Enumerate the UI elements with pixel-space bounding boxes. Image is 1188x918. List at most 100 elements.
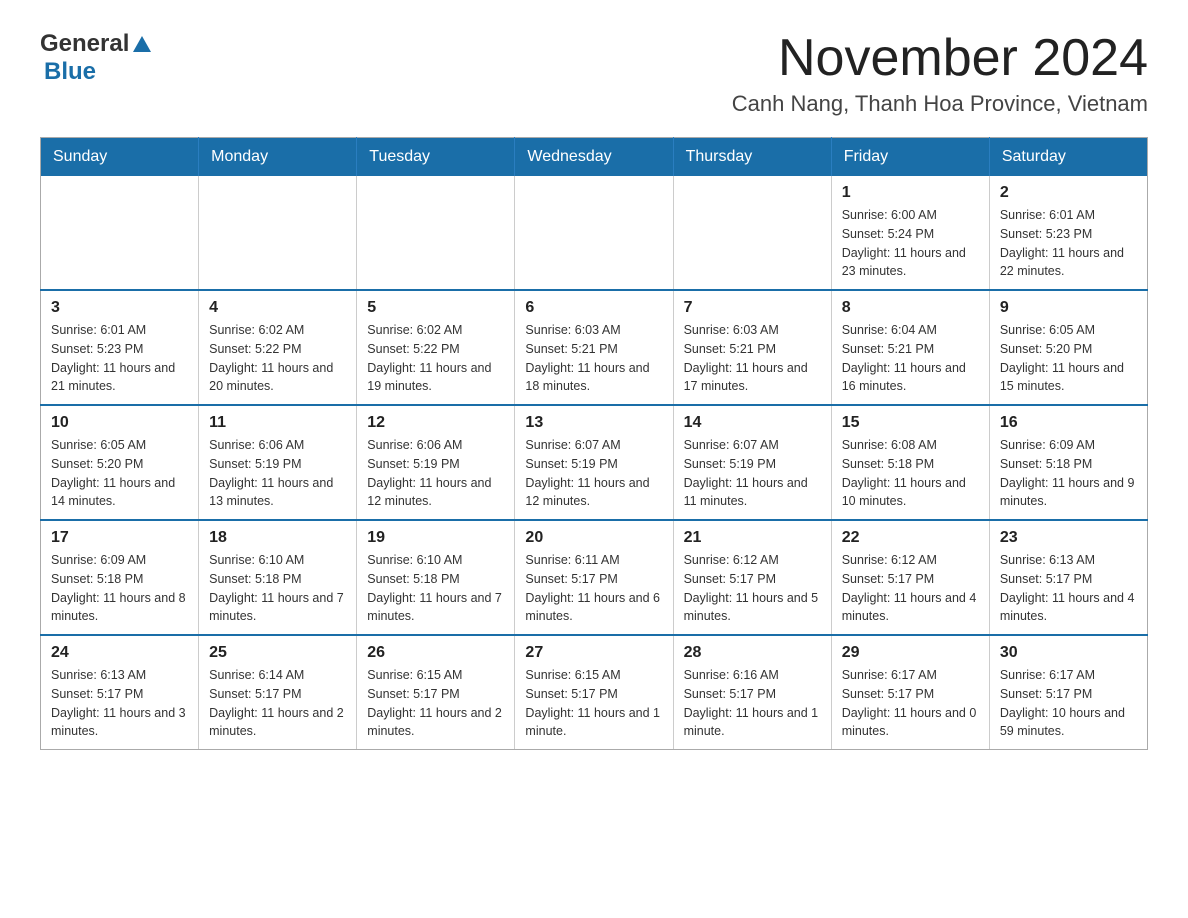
day-info: Sunrise: 6:12 AM Sunset: 5:17 PM Dayligh… [684, 551, 821, 626]
calendar-cell: 3 Sunrise: 6:01 AM Sunset: 5:23 PM Daylig… [41, 290, 199, 405]
calendar-cell: 26 Sunrise: 6:15 AM Sunset: 5:17 PM Dayli… [357, 635, 515, 750]
calendar-cell: 6 Sunrise: 6:03 AM Sunset: 5:21 PM Daylig… [515, 290, 673, 405]
calendar-cell: 12 Sunrise: 6:06 AM Sunset: 5:19 PM Dayli… [357, 405, 515, 520]
day-info: Sunrise: 6:02 AM Sunset: 5:22 PM Dayligh… [367, 321, 504, 396]
calendar-table: SundayMondayTuesdayWednesdayThursdayFrid… [40, 137, 1148, 750]
calendar-cell: 9Sunrise: 6:05 AM Sunset: 5:20 PM Daylig… [989, 290, 1147, 405]
page-title: November 2024 [732, 30, 1148, 87]
calendar-cell: 20Sunrise: 6:11 AM Sunset: 5:17 PM Dayli… [515, 520, 673, 635]
day-info: Sunrise: 6:17 AM Sunset: 5:17 PM Dayligh… [842, 666, 979, 741]
day-number: 19 [367, 529, 504, 547]
calendar-cell: 23 Sunrise: 6:13 AM Sunset: 5:17 PM Dayli… [989, 520, 1147, 635]
day-info: Sunrise: 6:15 AM Sunset: 5:17 PM Dayligh… [367, 666, 504, 741]
day-number: 27 [525, 644, 662, 662]
logo-triangle-icon [131, 34, 153, 56]
calendar-cell: 27 Sunrise: 6:15 AM Sunset: 5:17 PM Dayli… [515, 635, 673, 750]
day-info: Sunrise: 6:10 AM Sunset: 5:18 PM Dayligh… [209, 551, 346, 626]
calendar-cell: 28 Sunrise: 6:16 AM Sunset: 5:17 PM Dayli… [673, 635, 831, 750]
calendar-header-row: SundayMondayTuesdayWednesdayThursdayFrid… [41, 138, 1148, 177]
day-number: 7 [684, 299, 821, 317]
calendar-cell: 15Sunrise: 6:08 AM Sunset: 5:18 PM Dayli… [831, 405, 989, 520]
day-number: 21 [684, 529, 821, 547]
title-area: November 2024 Canh Nang, Thanh Hoa Provi… [732, 30, 1148, 117]
calendar-cell [673, 176, 831, 290]
day-number: 26 [367, 644, 504, 662]
day-info: Sunrise: 6:07 AM Sunset: 5:19 PM Dayligh… [525, 436, 662, 511]
calendar-cell: 25 Sunrise: 6:14 AM Sunset: 5:17 PM Dayli… [199, 635, 357, 750]
calendar-cell: 8 Sunrise: 6:04 AM Sunset: 5:21 PM Daylig… [831, 290, 989, 405]
day-number: 16 [1000, 414, 1137, 432]
calendar-header-monday: Monday [199, 138, 357, 177]
day-number: 12 [367, 414, 504, 432]
calendar-cell: 1 Sunrise: 6:00 AM Sunset: 5:24 PM Daylig… [831, 176, 989, 290]
calendar-cell: 22 Sunrise: 6:12 AM Sunset: 5:17 PM Dayli… [831, 520, 989, 635]
day-info: Sunrise: 6:05 AM Sunset: 5:20 PM Dayligh… [1000, 321, 1137, 396]
day-info: Sunrise: 6:17 AM Sunset: 5:17 PM Dayligh… [1000, 666, 1137, 741]
day-number: 25 [209, 644, 346, 662]
day-info: Sunrise: 6:14 AM Sunset: 5:17 PM Dayligh… [209, 666, 346, 741]
calendar-cell: 13 Sunrise: 6:07 AM Sunset: 5:19 PM Dayli… [515, 405, 673, 520]
day-number: 2 [1000, 184, 1137, 202]
day-info: Sunrise: 6:06 AM Sunset: 5:19 PM Dayligh… [367, 436, 504, 511]
calendar-cell: 21 Sunrise: 6:12 AM Sunset: 5:17 PM Dayli… [673, 520, 831, 635]
day-number: 4 [209, 299, 346, 317]
day-number: 3 [51, 299, 188, 317]
calendar-cell: 19 Sunrise: 6:10 AM Sunset: 5:18 PM Dayli… [357, 520, 515, 635]
day-info: Sunrise: 6:16 AM Sunset: 5:17 PM Dayligh… [684, 666, 821, 741]
day-info: Sunrise: 6:04 AM Sunset: 5:21 PM Dayligh… [842, 321, 979, 396]
day-number: 6 [525, 299, 662, 317]
calendar-week-row: 24Sunrise: 6:13 AM Sunset: 5:17 PM Dayli… [41, 635, 1148, 750]
calendar-week-row: 17Sunrise: 6:09 AM Sunset: 5:18 PM Dayli… [41, 520, 1148, 635]
calendar-header-thursday: Thursday [673, 138, 831, 177]
day-info: Sunrise: 6:05 AM Sunset: 5:20 PM Dayligh… [51, 436, 188, 511]
day-info: Sunrise: 6:12 AM Sunset: 5:17 PM Dayligh… [842, 551, 979, 626]
day-number: 1 [842, 184, 979, 202]
calendar-header-sunday: Sunday [41, 138, 199, 177]
calendar-cell: 30 Sunrise: 6:17 AM Sunset: 5:17 PM Dayli… [989, 635, 1147, 750]
logo-blue-text: Blue [44, 58, 96, 85]
calendar-cell: 2 Sunrise: 6:01 AM Sunset: 5:23 PM Daylig… [989, 176, 1147, 290]
day-info: Sunrise: 6:08 AM Sunset: 5:18 PM Dayligh… [842, 436, 979, 511]
calendar-cell: 17Sunrise: 6:09 AM Sunset: 5:18 PM Dayli… [41, 520, 199, 635]
day-number: 14 [684, 414, 821, 432]
calendar-cell [357, 176, 515, 290]
calendar-cell: 18 Sunrise: 6:10 AM Sunset: 5:18 PM Dayli… [199, 520, 357, 635]
calendar-week-row: 10 Sunrise: 6:05 AM Sunset: 5:20 PM Dayli… [41, 405, 1148, 520]
day-number: 10 [51, 414, 188, 432]
calendar-header-saturday: Saturday [989, 138, 1147, 177]
day-number: 23 [1000, 529, 1137, 547]
calendar-header-tuesday: Tuesday [357, 138, 515, 177]
day-number: 18 [209, 529, 346, 547]
day-number: 11 [209, 414, 346, 432]
calendar-week-row: 3 Sunrise: 6:01 AM Sunset: 5:23 PM Daylig… [41, 290, 1148, 405]
calendar-cell: 5Sunrise: 6:02 AM Sunset: 5:22 PM Daylig… [357, 290, 515, 405]
day-info: Sunrise: 6:03 AM Sunset: 5:21 PM Dayligh… [525, 321, 662, 396]
day-number: 22 [842, 529, 979, 547]
day-info: Sunrise: 6:10 AM Sunset: 5:18 PM Dayligh… [367, 551, 504, 626]
day-info: Sunrise: 6:02 AM Sunset: 5:22 PM Dayligh… [209, 321, 346, 396]
day-number: 13 [525, 414, 662, 432]
logo: General Blue [40, 30, 153, 86]
calendar-cell: 24Sunrise: 6:13 AM Sunset: 5:17 PM Dayli… [41, 635, 199, 750]
calendar-cell: 14Sunrise: 6:07 AM Sunset: 5:19 PM Dayli… [673, 405, 831, 520]
logo-general-text: General [40, 30, 129, 58]
calendar-cell: 10 Sunrise: 6:05 AM Sunset: 5:20 PM Dayli… [41, 405, 199, 520]
calendar-header-wednesday: Wednesday [515, 138, 673, 177]
day-number: 28 [684, 644, 821, 662]
day-info: Sunrise: 6:09 AM Sunset: 5:18 PM Dayligh… [1000, 436, 1137, 511]
calendar-cell: 7Sunrise: 6:03 AM Sunset: 5:21 PM Daylig… [673, 290, 831, 405]
calendar-cell: 16 Sunrise: 6:09 AM Sunset: 5:18 PM Dayli… [989, 405, 1147, 520]
day-number: 30 [1000, 644, 1137, 662]
calendar-cell [199, 176, 357, 290]
day-number: 17 [51, 529, 188, 547]
calendar-week-row: 1 Sunrise: 6:00 AM Sunset: 5:24 PM Daylig… [41, 176, 1148, 290]
day-info: Sunrise: 6:13 AM Sunset: 5:17 PM Dayligh… [1000, 551, 1137, 626]
day-number: 20 [525, 529, 662, 547]
page-header: General Blue November 2024 Canh Nang, Th… [40, 30, 1148, 117]
day-info: Sunrise: 6:01 AM Sunset: 5:23 PM Dayligh… [1000, 206, 1137, 281]
day-number: 8 [842, 299, 979, 317]
day-info: Sunrise: 6:01 AM Sunset: 5:23 PM Dayligh… [51, 321, 188, 396]
day-info: Sunrise: 6:00 AM Sunset: 5:24 PM Dayligh… [842, 206, 979, 281]
day-info: Sunrise: 6:15 AM Sunset: 5:17 PM Dayligh… [525, 666, 662, 741]
day-info: Sunrise: 6:13 AM Sunset: 5:17 PM Dayligh… [51, 666, 188, 741]
